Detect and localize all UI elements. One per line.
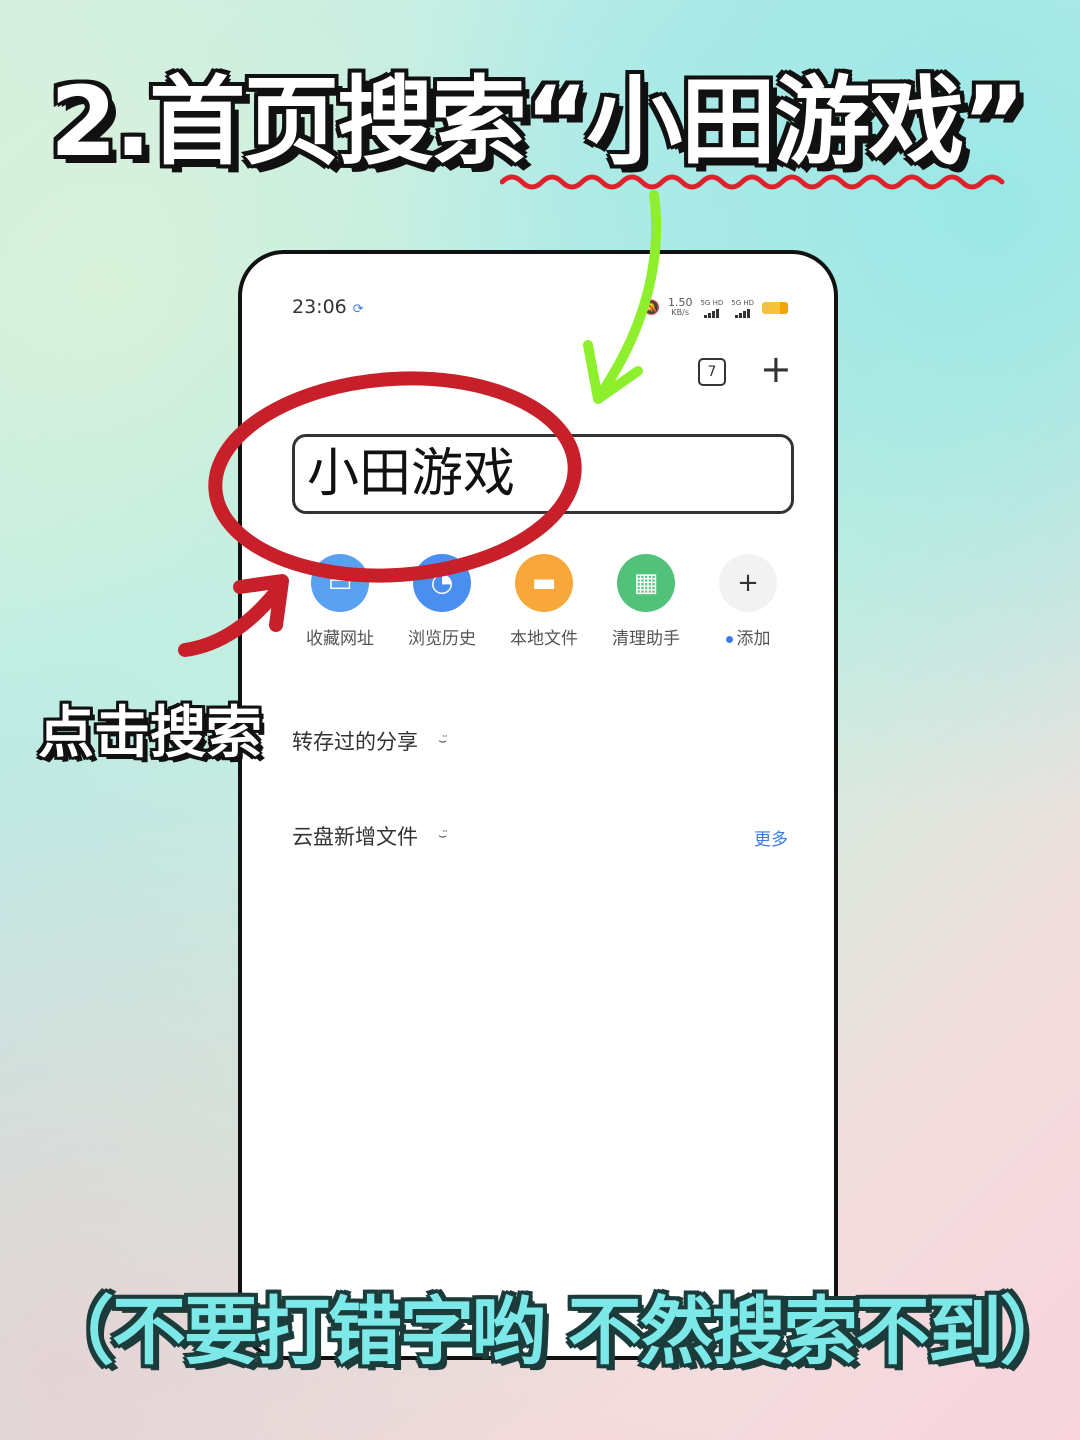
plus-icon: + [719,554,777,612]
section-shared[interactable]: 转存过的分享 ⌣̈ [292,726,448,756]
new-tab-button[interactable]: + [760,350,792,388]
signal-sim2: 5G HD [731,299,754,318]
green-arrow-annotation [583,190,662,404]
shortcut-label: 本地文件 [510,629,578,649]
status-time-text: 23:06 [292,296,347,318]
signal-sim1: 5G HD [700,299,723,318]
shortcut-label: 清理助手 [612,629,680,649]
shortcut-add[interactable]: + 添加 [702,554,794,649]
battery-icon [762,302,788,314]
red-circle-annotation [208,371,582,583]
eye-closed-icon[interactable]: ⌣̈ [438,828,448,844]
shortcut-label: 添加 [725,624,771,649]
shortcut-label: 浏览历史 [408,629,476,649]
section-cloud-new[interactable]: 云盘新增文件 ⌣̈ [292,821,448,851]
bottom-note: （不要打错字哟 不然搜索不到） [40,1289,1074,1375]
new-dot [725,635,733,643]
red-arrow-annotation [178,574,289,657]
tap-search-label: 点击搜索 [38,701,262,766]
broom-icon: ▦ [617,554,675,612]
signal-icon [704,308,720,318]
status-time: 23:06 ⟳ [292,296,364,318]
shortcut-label: 收藏网址 [306,629,374,649]
eye-closed-icon[interactable]: ⌣̈ [438,733,448,749]
headline: 2.首页搜索“小田游戏” [50,66,1025,178]
signal-icon [735,308,751,318]
shortcut-cleaner[interactable]: ▦ 清理助手 [600,554,692,649]
tabs-button[interactable]: 7 [698,358,726,386]
more-link[interactable]: 更多 [754,825,788,850]
sync-icon: ⟳ [352,302,364,317]
